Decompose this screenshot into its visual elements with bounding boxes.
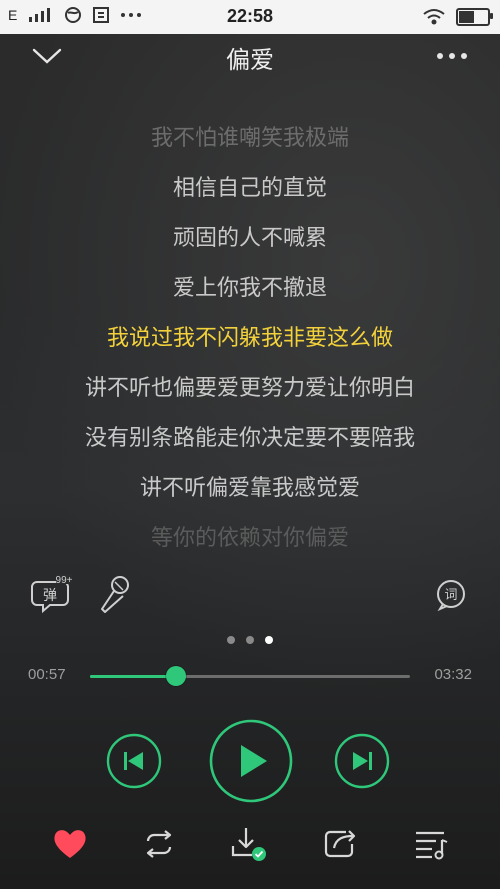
- battery-icon: [456, 8, 493, 26]
- page-dot[interactable]: [227, 636, 235, 644]
- wifi-icon: [423, 9, 445, 25]
- lyric-line: 等你的依赖对你偏爱: [150, 526, 349, 551]
- page-dot-active[interactable]: [265, 636, 273, 644]
- danmu-bubble-icon[interactable]: 99+ 弹: [30, 574, 72, 614]
- seek-bar-fill: [90, 675, 177, 678]
- elapsed-time: 00:57: [28, 666, 66, 683]
- status-bar: E 22:58: [0, 0, 500, 34]
- action-bar: [0, 818, 500, 866]
- lyric-line: 相信自己的直觉: [172, 176, 327, 201]
- danmu-count: 99+: [56, 575, 72, 586]
- song-title: 偏爱: [226, 46, 274, 74]
- skip-previous-icon[interactable]: [106, 733, 162, 789]
- seek-handle[interactable]: [166, 666, 187, 686]
- playlist-icon[interactable]: [411, 824, 451, 864]
- repeat-icon[interactable]: [139, 824, 179, 864]
- battery-fill: [459, 11, 474, 23]
- more-dots-icon[interactable]: [434, 44, 470, 68]
- lyric-toggle-label: 词: [444, 588, 457, 603]
- microphone-icon[interactable]: [96, 574, 132, 616]
- lyric-line: 我不怕谁嘲笑我极端: [150, 126, 349, 151]
- lyric-line: 讲不听也偏要爱更努力爱让你明白: [84, 376, 415, 401]
- total-time: 03:32: [434, 666, 472, 683]
- page-dot[interactable]: [246, 636, 254, 644]
- player-header: 偏爱: [0, 34, 500, 78]
- lyric-line-current: 我说过我不闪躲我非要这么做: [106, 326, 393, 351]
- tools-row: 99+ 弹 词: [0, 568, 500, 620]
- danmu-label: 弹: [43, 588, 57, 604]
- lyric-line: 没有别条路能走你决定要不要陪我: [84, 426, 415, 451]
- heart-icon[interactable]: [50, 824, 90, 864]
- share-icon[interactable]: [320, 824, 360, 864]
- progress-row: 00:57 03:32: [0, 662, 500, 692]
- transport-controls: [0, 718, 500, 804]
- seek-bar[interactable]: [90, 666, 410, 686]
- lyric-bubble-icon[interactable]: 词: [434, 578, 468, 612]
- lyrics-panel[interactable]: 我不怕谁嘲笑我极端 相信自己的直觉 顽固的人不喊累 爱上你我不撤退 我说过我不闪…: [0, 114, 500, 564]
- lyric-line: 顽固的人不喊累: [172, 226, 327, 251]
- downloaded-icon[interactable]: [228, 824, 268, 864]
- lyric-line: 讲不听偏爱靠我感觉爱: [139, 476, 360, 501]
- lyric-line: 爱上你我不撤退: [172, 276, 327, 301]
- play-icon[interactable]: [208, 718, 294, 804]
- page-indicator: [0, 636, 500, 648]
- status-right: [422, 8, 493, 26]
- skip-next-icon[interactable]: [334, 733, 390, 789]
